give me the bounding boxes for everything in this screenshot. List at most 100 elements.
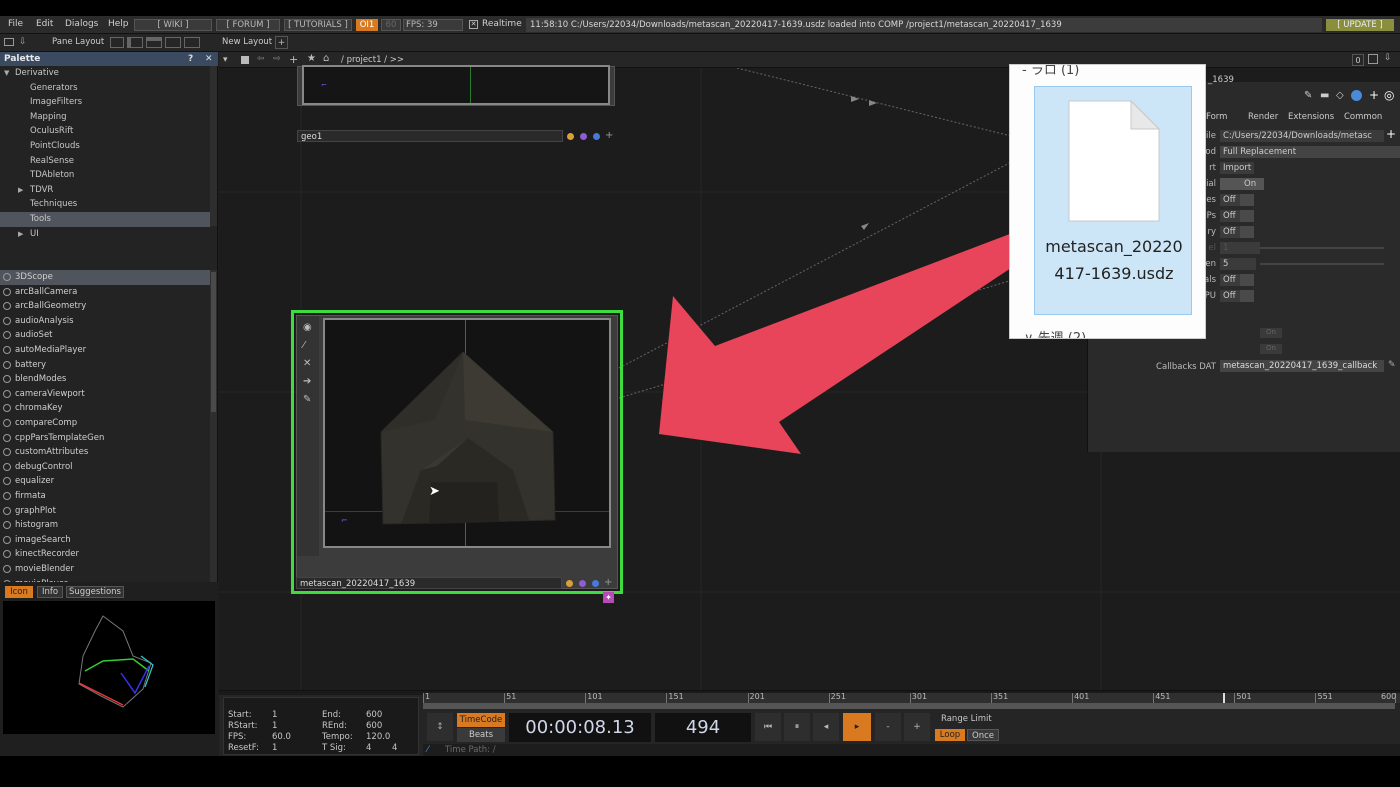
star-icon[interactable]: ★: [307, 53, 316, 64]
tree-scrollbar[interactable]: [210, 66, 217, 226]
tab-suggestions[interactable]: Suggestions: [66, 586, 124, 598]
add-layout-button[interactable]: +: [275, 36, 288, 49]
end-value[interactable]: 600: [366, 710, 382, 720]
param-value[interactable]: Off: [1220, 274, 1240, 286]
palette-folder-ui[interactable]: ▶ UI: [0, 227, 210, 242]
step-back-icon[interactable]: ◂: [813, 713, 839, 741]
palette-folder-generators[interactable]: Generators: [0, 81, 210, 96]
palette-component-item[interactable]: imageSearch: [0, 533, 210, 548]
palette-component-item[interactable]: firmata: [0, 489, 210, 504]
rend-value[interactable]: 600: [366, 721, 382, 731]
playhead[interactable]: [1222, 693, 1225, 703]
network-path[interactable]: / project1 / >>: [341, 55, 404, 65]
tsig-numerator[interactable]: 4: [366, 743, 371, 753]
pause-icon[interactable]: ⏸: [784, 713, 810, 741]
geo1-viewer[interactable]: ⌐: [302, 65, 610, 105]
stop-icon[interactable]: [241, 56, 249, 64]
metascan-flag-purple[interactable]: [579, 580, 586, 587]
expanded-arrow-icon[interactable]: ▼: [4, 66, 9, 81]
palette-folder-techniques[interactable]: Techniques: [0, 197, 210, 212]
tsig-denominator[interactable]: 4: [392, 743, 397, 753]
palette-folder-derivative[interactable]: ▼ Derivative: [0, 66, 210, 81]
zero-button[interactable]: 0: [1352, 54, 1364, 66]
param-tab[interactable]: Common: [1344, 112, 1382, 122]
menu-file[interactable]: File: [8, 19, 23, 29]
display-icon[interactable]: ➔: [303, 376, 311, 387]
geo1-label[interactable]: geo1: [297, 130, 563, 142]
param-tab[interactable]: Extensions: [1288, 112, 1334, 122]
metascan-flag-blue[interactable]: [592, 580, 599, 587]
palette-component-item[interactable]: movieBlender: [0, 562, 210, 577]
palette-component-item[interactable]: audioSet: [0, 328, 210, 343]
lock-icon[interactable]: ✎: [303, 394, 311, 405]
menu-help[interactable]: Help: [108, 19, 129, 29]
resetf-value[interactable]: 1: [272, 743, 277, 753]
realtime-checkbox[interactable]: ✕: [469, 20, 478, 29]
param-tab[interactable]: Form: [1206, 112, 1227, 122]
palette-component-item[interactable]: kinectRecorder: [0, 547, 210, 562]
palette-component-item[interactable]: graphPlot: [0, 504, 210, 519]
palette-folder-pointclouds[interactable]: PointClouds: [0, 139, 210, 154]
menu-edit[interactable]: Edit: [36, 19, 53, 29]
palette-folder-oculusrift[interactable]: OculusRift: [0, 124, 210, 139]
param-slider[interactable]: [1260, 263, 1384, 265]
geo1-add-icon[interactable]: +: [605, 130, 615, 142]
forum-button[interactable]: [ FORUM ]: [216, 19, 280, 31]
palette-component-item[interactable]: arcBallGeometry: [0, 299, 210, 314]
palette-folder-mapping[interactable]: Mapping: [0, 110, 210, 125]
tutorials-button[interactable]: [ TUTORIALS ]: [284, 19, 352, 31]
clone-icon[interactable]: ⁄: [303, 340, 305, 351]
toggle-switch[interactable]: [1240, 210, 1254, 222]
param-add-icon[interactable]: +: [1369, 88, 1379, 102]
collapsed-arrow-icon[interactable]: ▶: [18, 227, 23, 242]
param-value[interactable]: Import: [1220, 162, 1254, 174]
loop-button[interactable]: Loop: [935, 729, 965, 741]
param-value[interactable]: Full Replacement: [1220, 146, 1400, 158]
geo1-flag-orange[interactable]: [567, 133, 574, 140]
palette-component-item[interactable]: cppParsTemplateGen: [0, 431, 210, 446]
callbacks-dat-field[interactable]: metascan_20220417_1639_callback: [1220, 360, 1384, 372]
python-icon[interactable]: [1351, 90, 1362, 101]
palette-component-item[interactable]: debugControl: [0, 460, 210, 475]
palette-folder-tdableton[interactable]: TDAbleton: [0, 168, 210, 183]
play-icon[interactable]: ▸: [843, 713, 871, 741]
file-browse-icon[interactable]: +: [1386, 127, 1396, 141]
param-slider[interactable]: [1260, 247, 1384, 249]
param-value[interactable]: Off: [1220, 194, 1240, 206]
palette-component-item[interactable]: arcBallCamera: [0, 285, 210, 300]
viewer-toggle-icon[interactable]: ◉: [303, 322, 312, 333]
bypass-icon[interactable]: ✕: [303, 358, 311, 369]
timeline-range-bar[interactable]: [423, 703, 1395, 709]
param-value[interactable]: Off: [1220, 226, 1240, 238]
palette-folder-realsense[interactable]: RealSense: [0, 154, 210, 169]
step-minus-button[interactable]: -: [875, 713, 901, 741]
palette-component-item[interactable]: autoMediaPlayer: [0, 343, 210, 358]
palette-component-item[interactable]: 3DScope: [0, 270, 210, 285]
palette-folder-imagefilters[interactable]: ImageFilters: [0, 95, 210, 110]
palette-component-item[interactable]: histogram: [0, 518, 210, 533]
collapsed-arrow-icon[interactable]: ▶: [18, 183, 23, 198]
toggle-switch[interactable]: [1240, 290, 1254, 302]
pencil-icon[interactable]: ✎: [1304, 90, 1312, 101]
palette-component-item[interactable]: blendModes: [0, 372, 210, 387]
oi-button[interactable]: OI1: [356, 19, 378, 31]
metascan-flag-orange[interactable]: [566, 580, 573, 587]
sixty-button[interactable]: 60: [381, 19, 401, 31]
step-plus-button[interactable]: +: [904, 713, 930, 741]
once-button[interactable]: Once: [967, 729, 999, 741]
metascan-node[interactable]: ◉ ⁄ ✕ ➔ ✎ ⌐ ➤: [296, 315, 618, 589]
dropdown-icon[interactable]: ▾: [223, 55, 228, 65]
start-value[interactable]: 1: [272, 710, 277, 720]
fps-value[interactable]: 60.0: [272, 732, 291, 742]
palette-component-item[interactable]: compareComp: [0, 416, 210, 431]
timecode-display[interactable]: 00:00:08.13: [509, 713, 651, 742]
geo1-flag-purple[interactable]: [580, 133, 587, 140]
tab-icon[interactable]: Icon: [5, 586, 33, 598]
toggle-switch[interactable]: [1240, 226, 1254, 238]
target-icon[interactable]: ◎: [1384, 88, 1394, 102]
toggle-switch[interactable]: [1240, 194, 1254, 206]
frame-display[interactable]: 494: [655, 713, 751, 742]
rewind-icon[interactable]: ⏮: [755, 713, 781, 741]
timeline-expand-icon[interactable]: ↕: [427, 713, 453, 741]
tempo-value[interactable]: 120.0: [366, 732, 390, 742]
